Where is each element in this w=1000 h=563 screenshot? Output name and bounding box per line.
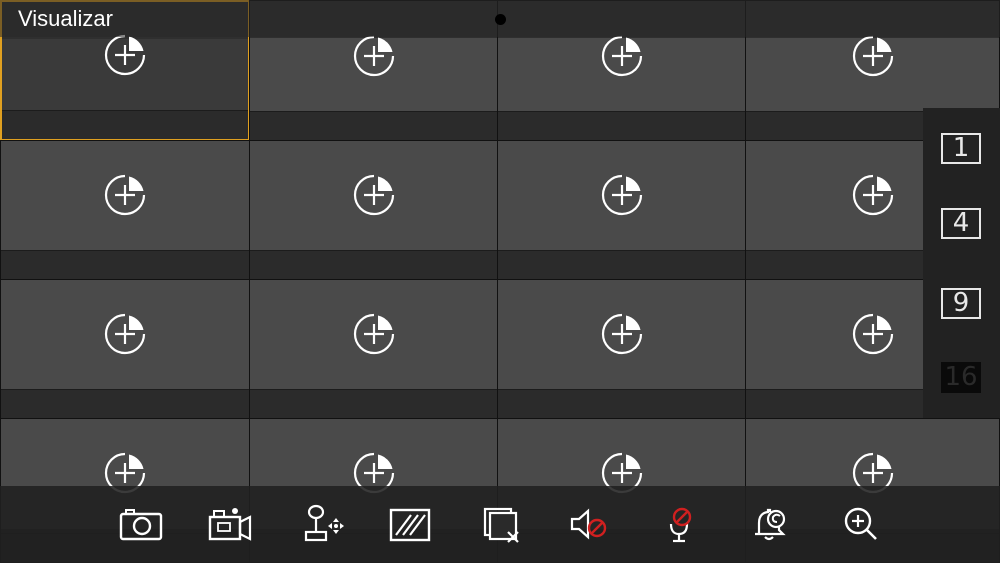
channel-info-strip [1,250,249,279]
layout-4-button[interactable]: 4 [941,208,981,239]
channel-cell[interactable] [249,140,498,280]
channel-cell[interactable] [0,279,250,419]
ptz-button[interactable] [300,504,346,544]
add-channel-icon[interactable] [600,173,644,217]
video-record-icon [208,508,252,541]
layout-9-button[interactable]: 9 [941,288,981,319]
channel-grid [0,0,1000,563]
layout-1-button[interactable]: 1 [941,133,981,164]
channel-cell[interactable] [0,140,250,280]
audio-muted-icon [570,508,607,540]
add-channel-icon[interactable] [352,312,396,356]
channel-info-strip [1,389,249,418]
add-channel-icon[interactable] [600,312,644,356]
record-button[interactable] [206,504,252,544]
channel-info-strip [250,111,497,140]
channel-info-strip [250,250,497,279]
channel-cell[interactable] [0,0,250,141]
close-all-icon [483,507,519,543]
alarm-icon [755,508,786,541]
zoom-button[interactable] [838,504,884,544]
bottom-toolbar [0,486,1000,563]
ptz-joystick-icon [304,504,344,542]
channel-cell[interactable] [249,0,498,141]
channel-cell[interactable] [497,0,746,141]
microphone-muted-icon [669,507,692,543]
channel-info-strip [498,389,745,418]
camera-icon [119,509,163,541]
image-quality-icon [389,508,431,542]
alarm-button[interactable] [747,504,793,544]
channel-info-strip [250,389,497,418]
channel-info-strip [498,111,745,140]
image-quality-button[interactable] [387,504,433,544]
add-channel-icon[interactable] [103,33,147,77]
audio-button[interactable] [566,504,612,544]
add-channel-icon[interactable] [352,34,396,78]
add-channel-icon[interactable] [851,34,895,78]
channel-cell[interactable] [497,279,746,419]
add-channel-icon[interactable] [352,173,396,217]
zoom-in-icon [844,507,877,540]
close-all-button[interactable] [478,504,524,544]
add-channel-icon[interactable] [851,173,895,217]
channel-info-strip [2,110,248,139]
talk-button[interactable] [657,504,703,544]
channel-info-strip [498,250,745,279]
add-channel-icon[interactable] [103,312,147,356]
snapshot-button[interactable] [118,504,164,544]
layout-selector: 1 4 9 16 [923,108,1000,418]
add-channel-icon[interactable] [600,34,644,78]
channel-cell[interactable] [497,140,746,280]
channel-cell[interactable] [249,279,498,419]
add-channel-icon[interactable] [103,173,147,217]
layout-16-button[interactable]: 16 [941,362,981,393]
add-channel-icon[interactable] [851,312,895,356]
